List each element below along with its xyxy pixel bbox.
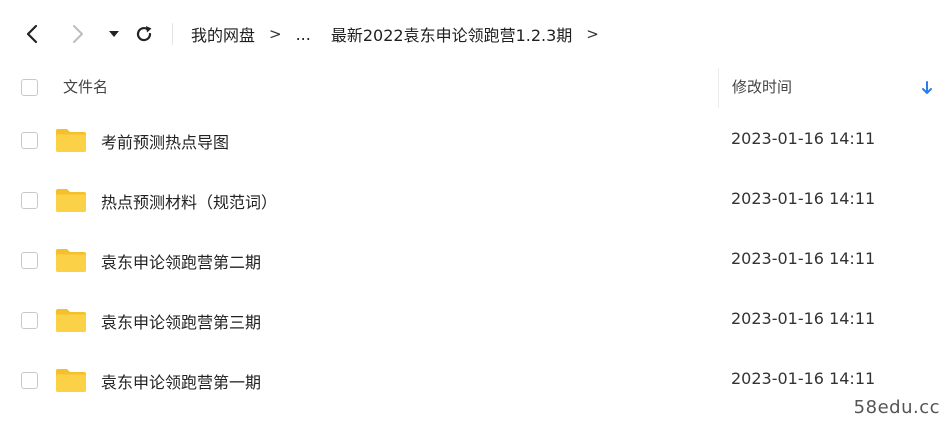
file-row-1[interactable]: 考前预测热点导图 2023-01-16 14:11 [0, 110, 948, 170]
file-browser-window: 我的网盘 > ... 最新2022袁东申论领跑营1.2.3期 > 文件名 修改时… [0, 0, 948, 424]
modified-time: 2023-01-16 14:11 [731, 189, 876, 208]
modified-time: 2023-01-16 14:11 [731, 369, 876, 388]
breadcrumb-ellipsis[interactable]: ... [296, 25, 311, 44]
breadcrumb-separator-trailing[interactable]: > [586, 25, 599, 43]
navigation-bar: 我的网盘 > ... 最新2022袁东申论领跑营1.2.3期 > [0, 0, 948, 68]
arrow-down-icon[interactable] [920, 80, 934, 96]
history-dropdown-button[interactable] [104, 20, 124, 48]
row-checkbox[interactable] [21, 252, 38, 269]
file-name[interactable]: 热点预测材料（规范词） [101, 189, 277, 213]
file-name[interactable]: 考前预测热点导图 [101, 129, 229, 153]
file-name[interactable]: 袁东申论领跑营第二期 [101, 249, 261, 273]
refresh-icon [136, 26, 152, 42]
breadcrumb-root[interactable]: 我的网盘 [191, 22, 255, 46]
file-row-4[interactable]: 袁东申论领跑营第三期 2023-01-16 14:11 [0, 290, 948, 350]
row-checkbox[interactable] [21, 312, 38, 329]
watermark-text: 58edu.cc [853, 397, 940, 418]
row-checkbox[interactable] [21, 192, 38, 209]
breadcrumb: 我的网盘 > ... 最新2022袁东申论领跑营1.2.3期 > [191, 20, 613, 48]
file-name[interactable]: 袁东申论领跑营第三期 [101, 309, 261, 333]
column-header-modified-time[interactable]: 修改时间 [732, 76, 792, 97]
chevron-left-icon [26, 24, 38, 44]
nav-divider [172, 23, 173, 45]
file-name[interactable]: 袁东申论领跑营第一期 [101, 369, 261, 393]
file-row-3[interactable]: 袁东申论领跑营第二期 2023-01-16 14:11 [0, 230, 948, 290]
file-list: 考前预测热点导图 2023-01-16 14:11 热点预测材料（规范词） 20… [0, 110, 948, 410]
breadcrumb-separator: > [269, 25, 282, 43]
caret-down-icon [109, 31, 119, 37]
modified-time: 2023-01-16 14:11 [731, 129, 876, 148]
file-row-2[interactable]: 热点预测材料（规范词） 2023-01-16 14:11 [0, 170, 948, 230]
back-button[interactable] [18, 20, 46, 48]
modified-time: 2023-01-16 14:11 [731, 249, 876, 268]
chevron-right-icon [73, 25, 83, 43]
folder-icon [56, 309, 86, 332]
folder-icon [56, 189, 86, 212]
row-checkbox[interactable] [21, 372, 38, 389]
breadcrumb-current[interactable]: 最新2022袁东申论领跑营1.2.3期 [331, 22, 572, 46]
column-divider[interactable] [718, 68, 719, 108]
folder-icon [56, 249, 86, 272]
folder-icon [56, 369, 86, 392]
select-all-checkbox[interactable] [21, 79, 38, 96]
modified-time: 2023-01-16 14:11 [731, 309, 876, 328]
refresh-button[interactable] [130, 20, 158, 48]
row-checkbox[interactable] [21, 132, 38, 149]
file-row-5[interactable]: 袁东申论领跑营第一期 2023-01-16 14:11 [0, 350, 948, 410]
file-list-header: 文件名 修改时间 [0, 68, 948, 108]
forward-button[interactable] [64, 20, 92, 48]
folder-icon [56, 129, 86, 152]
column-header-name[interactable]: 文件名 [63, 76, 108, 97]
